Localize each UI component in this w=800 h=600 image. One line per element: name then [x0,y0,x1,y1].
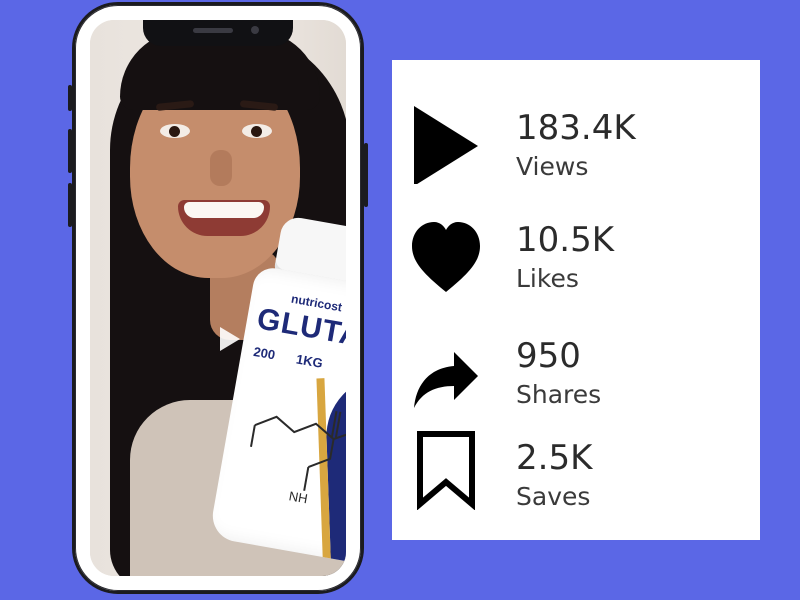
person-smile [178,200,270,236]
speaker-grille [193,28,233,33]
play-icon [414,106,478,184]
views-label: Views [516,152,589,181]
phone-mute-switch [68,85,72,111]
saves-label: Saves [516,482,591,511]
stat-saves: 2.5K Saves [392,428,760,528]
molecule-amine-label: NH [287,488,309,507]
video-thumbnail: nutricost GLUTAMINE 200 1KG NH [90,20,346,576]
video-frame[interactable]: nutricost GLUTAMINE 200 1KG NH [90,20,346,576]
phone-mockup: nutricost GLUTAMINE 200 1KG NH [68,2,368,594]
views-count: 183.4K [516,108,636,148]
stat-views: 183.4K Views [392,98,760,198]
phone-volume-down-button [68,183,72,227]
stat-likes: 10.5K Likes [392,210,760,310]
likes-label: Likes [516,264,579,293]
right-eye [242,124,272,138]
person-teeth [184,202,264,218]
phone-volume-up-button [68,129,72,173]
saves-count: 2.5K [516,438,593,478]
video-play-icon[interactable] [214,324,244,354]
share-icon [414,352,478,408]
stat-shares: 950 Shares [392,326,760,426]
likes-count: 10.5K [516,220,614,260]
front-camera-icon [251,26,259,34]
phone-power-button [364,143,368,207]
product-weight: 1KG [294,351,324,371]
engagement-stats-card: 183.4K Views 10.5K Likes 950 Shares 2.5K… [392,60,760,540]
left-eye [160,124,190,138]
heart-icon [412,222,480,292]
phone-notch [143,20,293,46]
shares-count: 950 [516,336,581,376]
bookmark-icon [417,431,475,510]
person-nose [210,150,232,186]
shares-label: Shares [516,380,602,409]
product-servings: 200 [252,343,277,363]
